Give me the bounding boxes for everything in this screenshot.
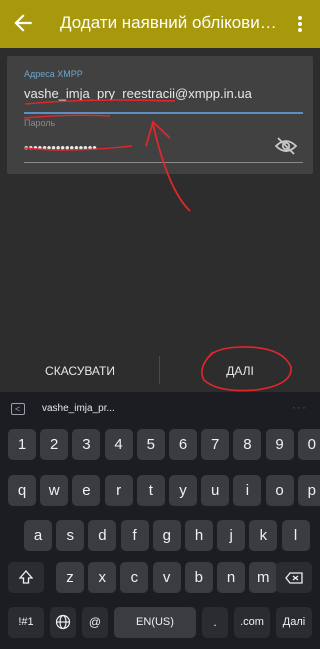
password-input[interactable]: •••••••••••••••• [24, 140, 97, 155]
key-9[interactable]: 9 [265, 429, 294, 460]
key-u[interactable]: u [201, 475, 230, 506]
key-a[interactable]: a [24, 520, 52, 551]
more-icon[interactable]: ··· [292, 400, 307, 414]
backspace-key[interactable] [276, 562, 312, 593]
next-button[interactable]: ДАЛІ [180, 364, 300, 378]
key-i[interactable]: i [233, 475, 262, 506]
key-r[interactable]: r [104, 475, 133, 506]
xmpp-address-input[interactable]: vashe_imja_pry_reestracii@xmpp.in.ua [24, 86, 252, 101]
password-label: Пароль [24, 118, 56, 128]
backspace-icon [285, 572, 303, 584]
arrow-left-icon[interactable] [10, 10, 36, 36]
suggestion-word[interactable]: vashe_imja_pr... [42, 403, 115, 414]
key-5[interactable]: 5 [136, 429, 165, 460]
dialog-actions: СКАСУВАТИ ДАЛІ [0, 350, 320, 392]
key-c[interactable]: c [120, 562, 149, 593]
app-bar: Додати наявний обліковий запис [0, 0, 320, 48]
keyboard-back-icon[interactable]: < [11, 403, 25, 415]
key-8[interactable]: 8 [233, 429, 262, 460]
cancel-button[interactable]: СКАСУВАТИ [20, 364, 140, 378]
key-2[interactable]: 2 [40, 429, 69, 460]
space-key[interactable]: EN(US) [114, 607, 196, 638]
key-s[interactable]: s [56, 520, 85, 551]
key-o[interactable]: o [265, 475, 294, 506]
page-title: Додати наявний обліковий запис [60, 13, 280, 32]
xmpp-address-label: Адреса XMPP [24, 69, 83, 79]
content-area: Адреса XMPP vashe_imja_pry_reestracii@xm… [0, 48, 320, 392]
key-q[interactable]: q [8, 475, 36, 506]
key-f[interactable]: f [120, 520, 149, 551]
key-l[interactable]: l [281, 520, 310, 551]
key-3[interactable]: 3 [72, 429, 101, 460]
key-j[interactable]: j [217, 520, 246, 551]
key-7[interactable]: 7 [201, 429, 230, 460]
key-z[interactable]: z [56, 562, 84, 593]
at-key[interactable]: @ [82, 607, 108, 638]
globe-icon [55, 614, 71, 630]
key-6[interactable]: 6 [169, 429, 197, 460]
symbols-key[interactable]: !#1 [8, 607, 44, 638]
key-g[interactable]: g [152, 520, 181, 551]
key-1[interactable]: 1 [8, 429, 36, 460]
account-form-card: Адреса XMPP vashe_imja_pry_reestracii@xm… [7, 56, 313, 174]
key-y[interactable]: y [169, 475, 197, 506]
enter-key[interactable]: Далі [276, 607, 312, 638]
key-0[interactable]: 0 [297, 429, 320, 460]
password-input-underline [24, 162, 303, 163]
key-p[interactable]: p [297, 475, 320, 506]
suggestion-bar: < vashe_imja_pr... ··· [0, 392, 320, 428]
dot-key[interactable]: . [202, 607, 228, 638]
actions-divider [159, 356, 160, 384]
key-n[interactable]: n [217, 562, 245, 593]
key-w[interactable]: w [40, 475, 69, 506]
key-4[interactable]: 4 [104, 429, 133, 460]
dotcom-key[interactable]: .com [234, 607, 270, 638]
key-b[interactable]: b [184, 562, 213, 593]
key-x[interactable]: x [88, 562, 117, 593]
xmpp-input-underline [24, 112, 303, 114]
visibility-off-icon[interactable] [274, 136, 298, 156]
key-h[interactable]: h [185, 520, 213, 551]
key-m[interactable]: m [249, 562, 278, 593]
shift-icon [18, 570, 34, 584]
key-d[interactable]: d [88, 520, 117, 551]
key-k[interactable]: k [249, 520, 278, 551]
key-e[interactable]: e [72, 475, 101, 506]
key-v[interactable]: v [152, 562, 181, 593]
shift-key[interactable] [8, 562, 44, 593]
language-key[interactable] [50, 607, 76, 638]
key-t[interactable]: t [136, 475, 165, 506]
on-screen-keyboard: < vashe_imja_pr... ··· 1234567890 qwertyu… [0, 392, 320, 649]
more-vert-icon[interactable] [290, 12, 310, 36]
